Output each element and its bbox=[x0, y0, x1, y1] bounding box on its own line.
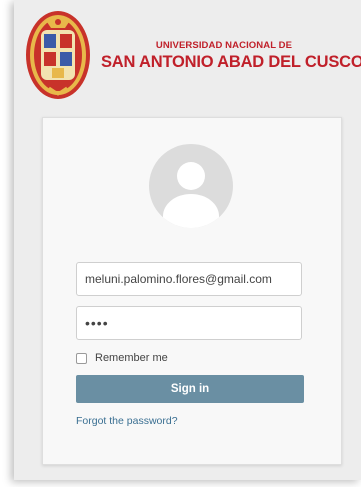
user-avatar-icon bbox=[149, 144, 233, 228]
avatar-body bbox=[163, 194, 219, 228]
remember-me-label: Remember me bbox=[95, 352, 168, 364]
remember-me[interactable]: Remember me bbox=[76, 350, 168, 366]
password-field[interactable] bbox=[76, 306, 302, 340]
university-seal-icon bbox=[26, 11, 90, 99]
university-name-line1: UNIVERSIDAD NACIONAL DE bbox=[155, 40, 293, 51]
forgot-password-link[interactable]: Forgot the password? bbox=[76, 415, 178, 427]
avatar-head bbox=[177, 162, 205, 190]
sign-in-button[interactable]: Sign in bbox=[76, 375, 304, 403]
login-window: UNIVERSIDAD NACIONAL DE SAN ANTONIO ABAD… bbox=[14, 0, 361, 480]
login-card: Remember me Sign in Forgot the password? bbox=[42, 117, 342, 465]
university-name-line2: SAN ANTONIO ABAD DEL CUSCO bbox=[101, 53, 361, 71]
email-field[interactable] bbox=[76, 262, 302, 296]
remember-me-checkbox[interactable] bbox=[76, 352, 87, 364]
